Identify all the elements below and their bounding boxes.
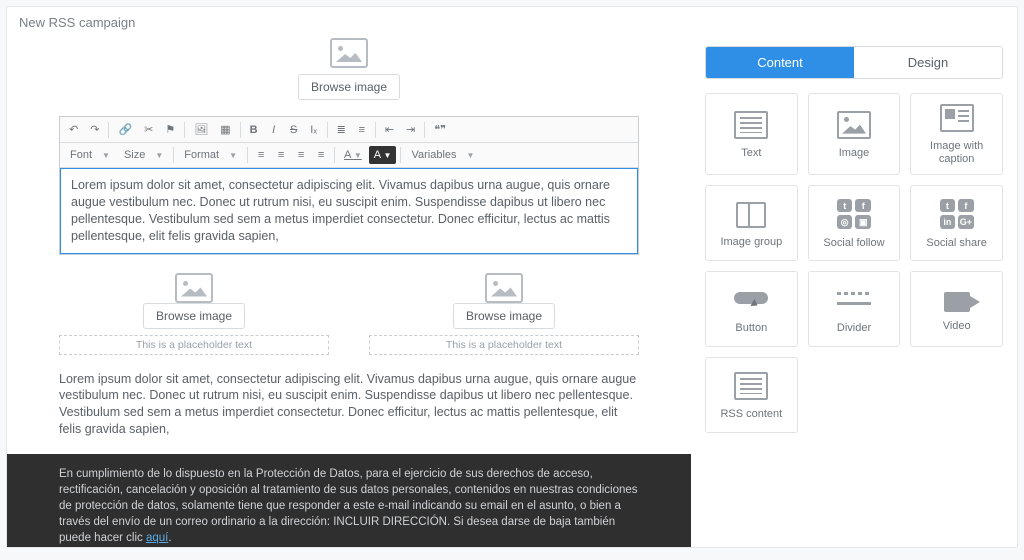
rss-content-icon: [734, 372, 768, 400]
email-footer: En cumplimiento de lo dispuesto en la Pr…: [7, 454, 691, 547]
page-title: New RSS campaign: [7, 7, 1017, 38]
rich-text-editor[interactable]: ↶ ↷ 🔗 ✂ ⚑ 🖼 ▦ B I S Iₓ: [59, 116, 639, 255]
image-icon: [330, 38, 368, 68]
insert-image-button[interactable]: 🖼: [189, 120, 213, 139]
blockquote-button[interactable]: ❝❞: [429, 120, 451, 139]
unlink-button[interactable]: ✂: [139, 120, 158, 139]
image-icon: [175, 273, 213, 303]
caption-placeholder[interactable]: This is a placeholder text: [59, 335, 329, 355]
block-image-group[interactable]: Image group: [705, 185, 798, 261]
divider-icon: [837, 286, 871, 314]
social-follow-icon: tf◎▣: [837, 199, 871, 229]
block-label: Image with caption: [915, 140, 998, 166]
image-group-icon: [734, 200, 768, 228]
browse-image-button[interactable]: Browse image: [298, 74, 400, 100]
unsubscribe-link[interactable]: aquí: [146, 532, 168, 544]
image-caption-block-left[interactable]: Browse image This is a placeholder text: [59, 273, 329, 355]
image-caption-block-right[interactable]: Browse image This is a placeholder text: [369, 273, 639, 355]
block-social-follow[interactable]: tf◎▣ Social follow: [808, 185, 901, 261]
body-text-block[interactable]: Lorem ipsum dolor sit amet, consectetur …: [59, 371, 639, 439]
align-justify-button[interactable]: ≡: [312, 146, 330, 164]
outdent-button[interactable]: ⇤: [380, 120, 399, 139]
size-select[interactable]: Size▼: [118, 146, 169, 164]
tab-content[interactable]: Content: [706, 47, 854, 78]
block-image[interactable]: Image: [808, 93, 901, 175]
editor-toolbar-row-1: ↶ ↷ 🔗 ✂ ⚑ 🖼 ▦ B I S Iₓ: [60, 117, 638, 143]
block-divider[interactable]: Divider: [808, 271, 901, 347]
caption-placeholder[interactable]: This is a placeholder text: [369, 335, 639, 355]
block-rss-content[interactable]: RSS content: [705, 357, 798, 433]
video-icon: [944, 292, 970, 312]
align-left-button[interactable]: ≡: [252, 146, 270, 164]
ordered-list-button[interactable]: ≣: [332, 120, 351, 139]
font-select[interactable]: Font▼: [64, 146, 116, 164]
image-caption-icon: [940, 104, 974, 132]
sidebar-tabs: Content Design: [705, 46, 1003, 79]
block-image-caption[interactable]: Image with caption: [910, 93, 1003, 175]
align-right-button[interactable]: ≡: [292, 146, 310, 164]
indent-button[interactable]: ⇥: [401, 120, 420, 139]
image-icon: [837, 111, 871, 139]
browse-image-button[interactable]: Browse image: [453, 303, 555, 329]
format-select[interactable]: Format▼: [178, 146, 243, 164]
block-label: Image: [839, 147, 870, 160]
block-label: Video: [943, 320, 971, 333]
block-label: Text: [741, 147, 761, 160]
email-canvas: Browse image ↶ ↷ 🔗 ✂ ⚑ 🖼 ▦: [7, 38, 701, 547]
text-color-button[interactable]: A ▼: [339, 146, 367, 164]
block-button[interactable]: Button: [705, 271, 798, 347]
unordered-list-button[interactable]: ≡: [353, 121, 371, 139]
italic-button[interactable]: I: [265, 121, 283, 139]
block-video[interactable]: Video: [910, 271, 1003, 347]
content-blocks-grid: Text Image Image with caption Image grou…: [705, 93, 1003, 433]
tab-design[interactable]: Design: [854, 47, 1002, 78]
block-label: Social share: [926, 237, 987, 250]
block-label: Social follow: [823, 237, 884, 250]
undo-button[interactable]: ↶: [64, 120, 83, 139]
hero-image-block[interactable]: Browse image: [59, 38, 639, 100]
link-button[interactable]: 🔗: [113, 120, 137, 139]
align-center-button[interactable]: ≡: [272, 146, 290, 164]
bg-color-button[interactable]: A ▼: [369, 146, 397, 164]
editor-toolbar-row-2: Font▼ Size▼ Format▼ ≡ ≡ ≡ ≡ A ▼ A ▼ Vari: [60, 143, 638, 168]
bold-button[interactable]: B: [245, 121, 263, 139]
browse-image-button[interactable]: Browse image: [143, 303, 245, 329]
block-social-share[interactable]: tfinG+ Social share: [910, 185, 1003, 261]
anchor-button[interactable]: ⚑: [160, 120, 180, 139]
editor-textarea[interactable]: Lorem ipsum dolor sit amet, consectetur …: [60, 168, 638, 254]
right-sidebar: Content Design Text Image Image with cap…: [701, 38, 1017, 547]
insert-table-button[interactable]: ▦: [215, 120, 235, 139]
variables-select[interactable]: Variables▼: [405, 146, 480, 164]
strike-button[interactable]: S: [285, 121, 303, 139]
social-share-icon: tfinG+: [940, 199, 974, 229]
block-label: RSS content: [720, 408, 782, 421]
block-text[interactable]: Text: [705, 93, 798, 175]
redo-button[interactable]: ↷: [85, 120, 104, 139]
clear-format-button[interactable]: Iₓ: [305, 121, 323, 139]
image-icon: [485, 273, 523, 303]
block-label: Image group: [720, 236, 782, 249]
block-label: Button: [735, 322, 767, 335]
button-icon: [734, 286, 768, 314]
block-label: Divider: [837, 322, 871, 335]
text-icon: [734, 111, 768, 139]
